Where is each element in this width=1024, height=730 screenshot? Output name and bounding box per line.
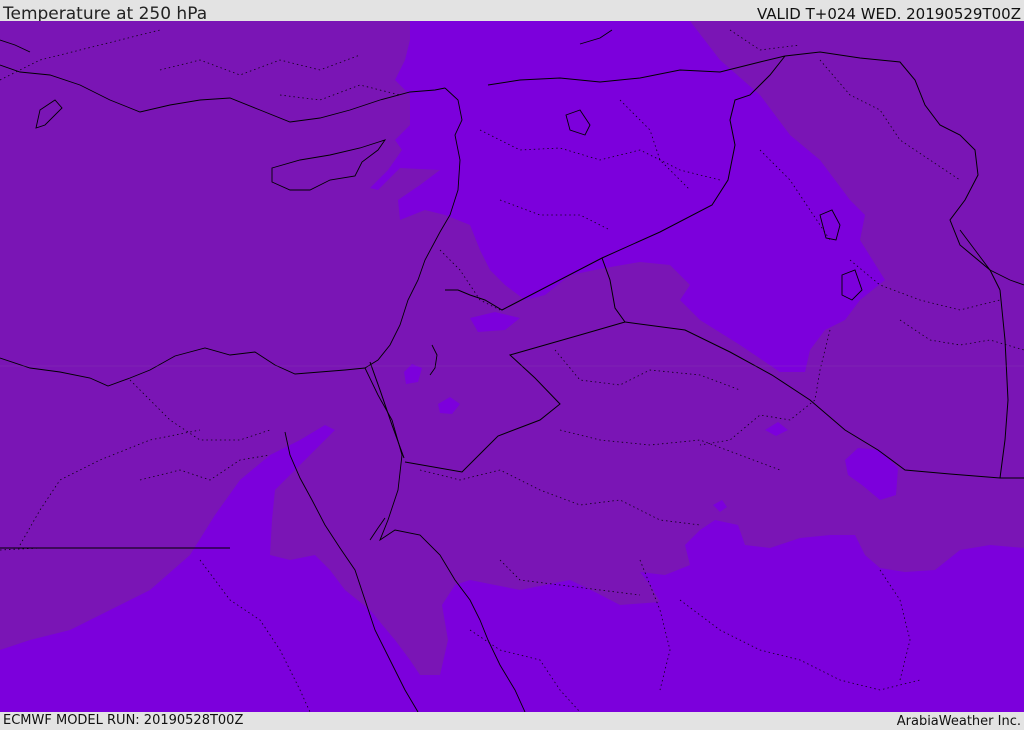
map-panel xyxy=(0,21,1024,712)
footer-bar: ECMWF MODEL RUN: 20190528T00Z ArabiaWeat… xyxy=(0,712,1024,729)
credit-label: ArabiaWeather Inc. xyxy=(896,714,1021,729)
temperature-map xyxy=(0,21,1024,712)
header-bar: Temperature at 250 hPa VALID T+024 WED. … xyxy=(0,0,1024,24)
model-run-label: ECMWF MODEL RUN: 20190528T00Z xyxy=(3,713,244,728)
